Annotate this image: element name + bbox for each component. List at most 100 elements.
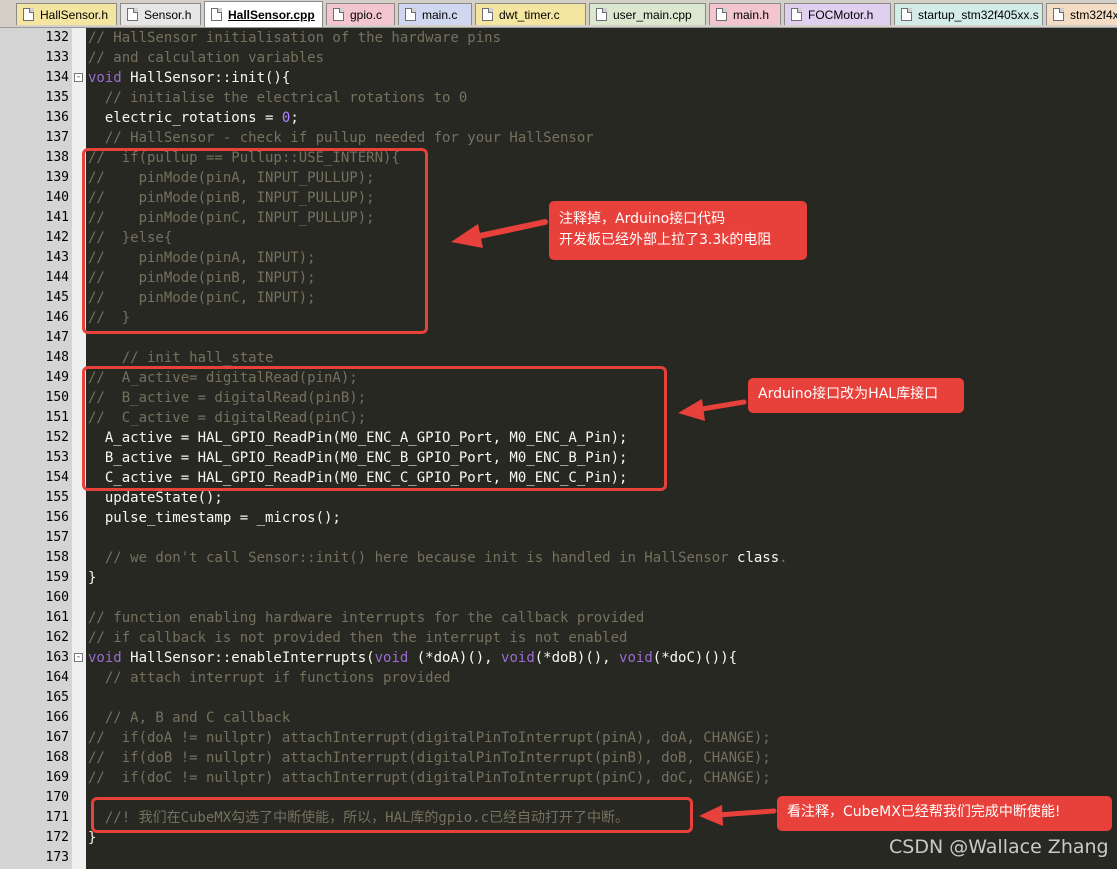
code-comment: // A, B and C callback [88,710,291,726]
code-token: electric_rotations = [88,110,282,126]
file-icon [405,8,416,21]
tab-main-h[interactable]: main.h [709,3,781,25]
code-text: pulse_timestamp = _micros(); [88,508,341,528]
code-text: // and calculation variables [88,48,324,68]
tab-label: stm32f4x [1070,8,1117,22]
code-line[interactable]: 158 // we don't call Sensor::init() here… [0,548,1117,568]
code-text: // if callback is not provided then the … [88,628,627,648]
line-number: 159 [45,570,69,585]
code-comment: . [779,550,788,566]
line-number: 141 [45,210,69,225]
code-line[interactable]: 162 // if callback is not provided then t… [0,628,1117,648]
callout-interrupt-enabled: 看注释，CubeMX已经帮我们完成中断使能! [777,796,1112,831]
code-line[interactable]: 165 [0,688,1117,708]
code-comment: // if(doC != nullptr) attachInterrupt(di… [88,770,771,786]
code-line[interactable]: 163- void HallSensor::enableInterrupts(vo… [0,648,1117,668]
highlight-box-readpin [82,366,667,491]
line-number: 133 [45,50,69,65]
line-number: 160 [45,590,69,605]
line-number: 164 [45,670,69,685]
code-line[interactable]: 166 // A, B and C callback [0,708,1117,728]
code-line[interactable]: 132 // HallSensor initialisation of the h… [0,28,1117,48]
code-line[interactable]: 164 // attach interrupt if functions pro… [0,668,1117,688]
tab-label: HallSensor.cpp [228,8,315,22]
code-comment: // attach interrupt if functions provide… [88,670,451,686]
code-keyword: void [501,650,535,666]
code-comment: // if(doA != nullptr) attachInterrupt(di… [88,730,771,746]
file-icon [482,8,493,21]
line-number: 138 [45,150,69,165]
tab-hallsensor-h[interactable]: HallSensor.h [16,3,117,25]
file-icon [1053,8,1064,21]
file-icon [901,8,912,21]
line-number: 169 [45,770,69,785]
code-text: // we don't call Sensor::init() here bec… [88,548,788,568]
code-token: class [737,550,780,566]
code-text: // HallSensor - check if pullup needed f… [88,128,594,148]
tab-focmotor-h[interactable]: FOCMotor.h [784,3,891,25]
code-line[interactable]: 161 // function enabling hardware interru… [0,608,1117,628]
highlight-box-pinmode [82,148,428,334]
line-number: 171 [45,810,69,825]
code-line[interactable]: 155 updateState(); [0,488,1117,508]
code-text: // A, B and C callback [88,708,290,728]
tab-sensor-h[interactable]: Sensor.h [120,3,201,25]
code-line[interactable]: 160 [0,588,1117,608]
code-line[interactable]: 169 // if(doC != nullptr) attachInterrupt… [0,768,1117,788]
tab-hallsensor-cpp[interactable]: HallSensor.cpp [204,1,323,27]
fold-toggle-icon[interactable]: - [74,653,83,662]
code-token: (*doA)(), [408,650,502,666]
code-text: electric_rotations = 0; [88,108,299,128]
code-text: // if(doB != nullptr) attachInterrupt(di… [88,748,771,768]
line-number: 149 [45,370,69,385]
tab-user-main-cpp[interactable]: user_main.cpp [589,3,706,25]
file-icon [791,8,802,21]
fold-toggle-icon[interactable]: - [74,73,83,82]
code-token: HallSensor::init(){ [121,70,291,86]
code-token: updateState(); [88,490,223,506]
code-keyword: void [374,650,409,666]
code-comment: // if callback is not provided then the … [88,630,628,646]
code-line[interactable]: 156 pulse_timestamp = _micros(); [0,508,1117,528]
line-number: 156 [45,510,69,525]
code-line[interactable]: 133 // and calculation variables [0,48,1117,68]
code-comment: // function enabling hardware interrupts… [88,610,645,626]
code-text: void HallSensor::init(){ [88,68,290,88]
code-comment: // and calculation variables [88,50,325,66]
tab-gpio-c[interactable]: gpio.c [326,3,395,25]
code-comment: // HallSensor - check if pullup needed f… [88,130,594,146]
code-line[interactable]: 168 // if(doB != nullptr) attachInterrupt… [0,748,1117,768]
code-line[interactable]: 148 // init hall_state [0,348,1117,368]
line-number: 148 [45,350,69,365]
code-comment: // if(doB != nullptr) attachInterrupt(di… [88,750,771,766]
line-number: 157 [45,530,69,545]
callout-hal-interface: Arduino接口改为HAL库接口 [748,378,964,413]
code-keyword: void [619,650,653,666]
tab-main-c[interactable]: main.c [398,3,472,25]
line-number: 134 [45,70,69,85]
file-icon [127,8,138,21]
tab-startup-stm32f405xx-s[interactable]: startup_stm32f405xx.s [894,3,1043,25]
line-number: 166 [45,710,69,725]
line-number: 165 [45,690,69,705]
line-number: 172 [45,830,69,845]
code-line[interactable]: 136 electric_rotations = 0; [0,108,1117,128]
code-line[interactable]: 157 [0,528,1117,548]
code-line[interactable]: 134- void HallSensor::init(){ [0,68,1117,88]
code-line[interactable]: 135 // initialise the electrical rotatio… [0,88,1117,108]
code-token: pulse_timestamp = _micros(); [88,510,341,526]
code-line[interactable]: 167 // if(doA != nullptr) attachInterrupt… [0,728,1117,748]
code-comment: // init hall_state [88,350,274,366]
highlight-box-interrupt-comment [91,797,693,833]
code-line[interactable]: 137 // HallSensor - check if pullup need… [0,128,1117,148]
line-number: 135 [45,90,69,105]
code-comment: // we don't call Sensor::init() here bec… [88,550,738,566]
code-text: // HallSensor initialisation of the hard… [88,28,501,48]
code-line[interactable]: 159} [0,568,1117,588]
tab-stm32f4x[interactable]: stm32f4x [1046,3,1117,25]
code-text: void HallSensor::enableInterrupts(void (… [88,648,737,668]
line-number: 132 [45,30,69,45]
tab-dwt-timer-c[interactable]: dwt_timer.c [475,3,586,25]
file-icon [333,8,344,21]
code-text: // attach interrupt if functions provide… [88,668,451,688]
